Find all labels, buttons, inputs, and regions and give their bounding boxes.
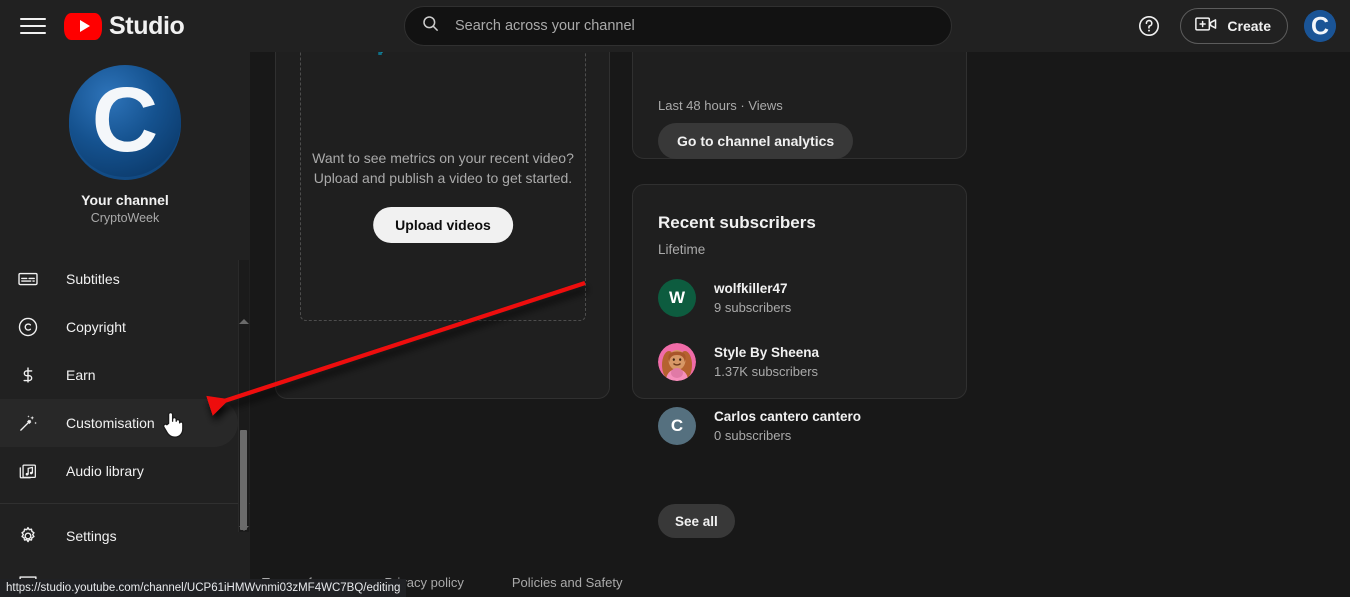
subscriber-row[interactable]: Style By Sheena 1.37K subscribers [658, 343, 819, 381]
svg-text:C: C [1311, 13, 1329, 41]
recent-subscribers-title: Recent subscribers [658, 213, 816, 232]
sidebar-nav: Subtitles Copyright Earn Customisation A… [0, 255, 250, 597]
channel-title: Your channel [81, 192, 169, 208]
video-plus-icon [1195, 15, 1218, 38]
person-at-desk-illustration [372, 52, 514, 55]
empty-state-line2: Upload and publish a video to get starte… [313, 170, 573, 186]
subscriber-photo-icon [658, 343, 696, 381]
subscriber-avatar [658, 343, 696, 381]
sidebar-item-label: Settings [66, 528, 117, 544]
sidebar-item-label: Copyright [66, 319, 126, 335]
subscriber-row[interactable]: C Carlos cantero cantero 0 subscribers [658, 407, 861, 445]
help-question-icon[interactable] [1134, 11, 1164, 41]
account-avatar[interactable]: C [1304, 10, 1336, 42]
brand-label: Studio [109, 11, 185, 40]
studio-brand[interactable]: Studio [64, 11, 185, 40]
subscriber-count: 1.37K subscribers [714, 364, 819, 379]
subscriber-row[interactable]: W wolfkiller47 9 subscribers [658, 279, 791, 317]
go-to-channel-analytics-button[interactable]: Go to channel analytics [658, 123, 854, 159]
channel-avatar-c-glyph: C [69, 65, 181, 177]
top-bar: Studio Search across your channel Create… [0, 0, 1350, 52]
empty-state-text: Want to see metrics on your recent video… [301, 148, 585, 188]
subscriber-count: 0 subscribers [714, 428, 792, 443]
main-content: Want to see metrics on your recent video… [250, 52, 1350, 597]
youtube-logo-icon [64, 12, 102, 40]
scroll-up-arrow-icon[interactable] [239, 319, 249, 324]
svg-text:C: C [92, 69, 158, 171]
scroll-down-arrow-icon[interactable] [239, 526, 249, 531]
sidebar-item-label: Customisation [66, 415, 155, 431]
sidebar-item-settings[interactable]: Settings [0, 512, 238, 560]
sidebar-item-label: Earn [66, 367, 96, 383]
create-button-label: Create [1227, 18, 1271, 34]
hamburger-icon[interactable] [18, 15, 46, 37]
latest-card-meta: Last 48 hours · Views [658, 98, 783, 113]
create-button[interactable]: Create [1180, 8, 1288, 44]
avatar-c-glyph: C [1304, 10, 1336, 42]
sidebar-item-subtitles[interactable]: Subtitles [0, 255, 238, 303]
subscriber-name: Carlos cantero cantero [714, 409, 862, 424]
upload-dashed-region: Want to see metrics on your recent video… [300, 52, 586, 321]
sidebar-item-label: Subtitles [66, 271, 120, 287]
subscriber-avatar: C [658, 407, 696, 445]
upload-videos-button[interactable]: Upload videos [373, 207, 513, 243]
subscriber-avatar-letter: C [670, 416, 684, 435]
subscriber-name: Style By Sheena [714, 345, 820, 360]
search-bar[interactable] [404, 6, 952, 46]
magic-wand-icon [16, 411, 40, 435]
footer-links: Terms of use Privacy policy Policies and… [250, 562, 1350, 597]
recent-subscribers-subtitle: Lifetime [658, 242, 706, 257]
subscriber-avatar: W [658, 279, 696, 317]
sidebar-item-earn[interactable]: Earn [0, 351, 238, 399]
sidebar-item-label: Audio library [66, 463, 144, 479]
subtitles-icon [16, 267, 40, 291]
channel-summary: C Your channel CryptoWeek [0, 52, 250, 225]
search-input[interactable] [453, 17, 935, 35]
channel-handle: CryptoWeek [90, 211, 160, 225]
youtube-studio-window: Studio Search across your channel Create… [0, 0, 1350, 597]
sidebar-item-copyright[interactable]: Copyright [0, 303, 238, 351]
subscriber-count: 9 subscribers [714, 300, 792, 315]
sidebar: C Your channel CryptoWeek Subtitles Copy… [0, 52, 250, 597]
copyright-icon [16, 315, 40, 339]
search-icon [421, 14, 440, 38]
recent-subscribers-card: Recent subscribers Lifetime W wolfkiller… [632, 184, 967, 538]
sidebar-divider [0, 503, 250, 504]
footer-link-policies[interactable]: Policies and Safety [512, 575, 623, 590]
empty-state-line1: Want to see metrics on your recent video… [312, 150, 574, 166]
music-note-icon [16, 459, 40, 483]
status-bar-url: https://studio.youtube.com/channel/UCP61… [0, 579, 407, 597]
subscriber-name: wolfkiller47 [714, 281, 788, 296]
channel-avatar[interactable]: C [69, 65, 181, 180]
top-bar-actions: Create C [1134, 0, 1336, 52]
subscriber-avatar-letter: W [668, 288, 686, 307]
gear-icon [16, 524, 40, 548]
channel-analytics-card: Want to see metrics on your recent video… [275, 52, 610, 399]
sidebar-scrollbar-thumb[interactable] [240, 430, 247, 530]
latest-video-card: Last 48 hours · Views Go to channel anal… [632, 52, 967, 159]
sidebar-item-customisation[interactable]: Customisation [0, 399, 238, 447]
see-all-subscribers-button[interactable]: See all [658, 504, 735, 538]
sidebar-item-audio-library[interactable]: Audio library [0, 447, 238, 495]
dollar-icon [16, 363, 40, 387]
